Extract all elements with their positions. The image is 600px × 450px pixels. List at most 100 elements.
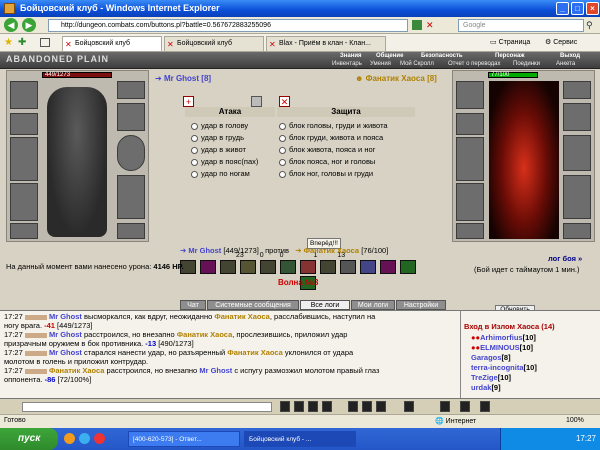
tab-close-icon[interactable]: ✕ — [167, 38, 174, 51]
mail-icon[interactable] — [376, 401, 386, 412]
skill-icon[interactable] — [220, 260, 236, 274]
user-entry[interactable]: ●●ELMINOUS[10] — [471, 343, 533, 352]
enemy-shield-slot[interactable] — [563, 135, 591, 171]
start-button[interactable]: пуск — [0, 428, 58, 450]
leggings-slot[interactable] — [117, 175, 145, 219]
enemy-gloves-slot[interactable] — [563, 103, 591, 131]
tab-my-logs[interactable]: Мои логи — [351, 300, 395, 310]
battle-log-link[interactable]: лог боя » — [548, 254, 582, 263]
radio-icon[interactable] — [191, 134, 198, 142]
skill-icon[interactable] — [260, 260, 276, 274]
heal-icon[interactable]: + — [183, 96, 194, 107]
radio-icon[interactable] — [279, 134, 286, 142]
menu-character[interactable]: Персонаж — [495, 53, 525, 59]
tab-list-icon[interactable] — [40, 38, 50, 47]
translate-icon[interactable] — [294, 401, 304, 412]
close-button[interactable]: × — [586, 2, 599, 15]
enemy-earring-slot[interactable] — [563, 81, 591, 99]
attack-option[interactable]: удар по ногам — [191, 168, 250, 179]
tab-settings[interactable]: Настройки — [396, 300, 446, 310]
radio-icon[interactable] — [279, 122, 286, 130]
skill-icon[interactable] — [380, 260, 396, 274]
minimize-button[interactable]: _ — [556, 2, 569, 15]
radio-icon[interactable] — [191, 170, 198, 178]
chat-actor[interactable]: Mr Ghost — [49, 312, 82, 321]
taskbar-item[interactable]: [400-620-573] - Ответ... — [128, 431, 240, 447]
smile-icon[interactable] — [280, 401, 290, 412]
menu-security[interactable]: Безопасность — [421, 53, 463, 59]
user-entry[interactable]: ●●Arhimorfius[10] — [471, 333, 536, 342]
defense-option[interactable]: блок пояса, ног и головы — [279, 156, 375, 167]
chat-actor[interactable]: Mr Ghost — [49, 330, 82, 339]
user-entry[interactable]: terra-incognita[10] — [471, 363, 537, 372]
skill-icon[interactable] — [280, 260, 296, 274]
add-favorites-icon[interactable]: ✚ — [18, 37, 26, 48]
forward-button[interactable]: ▶ — [22, 18, 36, 32]
user-entry[interactable]: TreZige[10] — [471, 373, 511, 382]
radio-icon[interactable] — [191, 122, 198, 130]
help-icon[interactable] — [460, 401, 470, 412]
skill-icon[interactable] — [400, 260, 416, 274]
chat-input[interactable] — [22, 402, 272, 412]
refresh-icon[interactable] — [412, 20, 422, 30]
chat-actor[interactable]: Mr Ghost — [49, 348, 82, 357]
submenu-scroll[interactable]: Мой Скролл — [400, 61, 434, 67]
earring-slot[interactable] — [117, 81, 145, 99]
radio-icon[interactable] — [279, 146, 286, 154]
quicklaunch-icon[interactable] — [79, 433, 90, 444]
tab-1[interactable]: ✕ Бойцовский клуб — [62, 36, 162, 51]
attack-option[interactable]: удар в грудь — [191, 132, 244, 143]
chat-actor[interactable]: Фанатик Хаоса — [49, 366, 105, 375]
radio-icon[interactable] — [279, 170, 286, 178]
defense-option[interactable]: блок ног, головы и груди — [279, 168, 373, 179]
submenu-battles[interactable]: Поединки — [513, 61, 540, 67]
quicklaunch-icon[interactable] — [94, 433, 105, 444]
armor-slot[interactable] — [10, 183, 38, 221]
skill-icon[interactable] — [340, 260, 356, 274]
radio-icon[interactable] — [191, 146, 198, 154]
defense-option[interactable]: блок живота, пояса и ног — [279, 144, 375, 155]
chat-actor[interactable]: Фанатик Хаоса — [177, 330, 233, 339]
attack-option[interactable]: удар в голову — [191, 120, 248, 131]
back-button[interactable]: ◀ — [4, 18, 18, 32]
user-entry[interactable]: urdak[9] — [471, 383, 501, 392]
exit-chat-icon[interactable] — [480, 401, 490, 412]
settings-icon[interactable] — [404, 401, 414, 412]
tab-all-logs[interactable]: Все логи — [300, 300, 350, 310]
tab-system[interactable]: Системные сообщения — [207, 300, 299, 310]
attack-option[interactable]: удар в пояс(пах) — [191, 156, 258, 167]
versus-player[interactable]: ➔ Mr Ghost — [180, 246, 221, 255]
friends-icon[interactable] — [362, 401, 372, 412]
page-menu[interactable]: ▭ Страница — [490, 38, 530, 46]
menu-exit[interactable]: Выход — [560, 53, 580, 59]
boots-slot[interactable] — [117, 223, 145, 239]
gloves-slot[interactable] — [117, 103, 145, 131]
skill-icon[interactable] — [320, 260, 336, 274]
radio-icon[interactable] — [191, 158, 198, 166]
defense-option[interactable]: блок груди, живота и пояса — [279, 132, 383, 143]
search-icon[interactable]: ⚲ — [586, 20, 596, 30]
enemy-armor-slot[interactable] — [456, 183, 484, 221]
enemy-amulet-slot[interactable] — [456, 113, 484, 135]
filter-icon[interactable] — [322, 401, 332, 412]
enemy-boots-slot[interactable] — [563, 223, 591, 239]
versus-enemy[interactable]: ➔ Фанатик Хаоса — [295, 246, 359, 255]
user-entry[interactable]: Garagos[8] — [471, 353, 511, 362]
belt-slot[interactable] — [10, 223, 38, 239]
tab-close-icon[interactable]: ✕ — [269, 38, 276, 51]
taskbar-item[interactable]: Бойцовский клуб - ... — [244, 431, 356, 447]
clear-icon[interactable] — [308, 401, 318, 412]
attack-option[interactable]: удар в живот — [191, 144, 246, 155]
amulet-slot[interactable] — [10, 113, 38, 135]
defense-option[interactable]: блок головы, груди и живота — [279, 120, 388, 131]
quicklaunch-icon[interactable] — [64, 433, 75, 444]
submenu-transfers[interactable]: Отчет о переводах — [448, 61, 501, 67]
tab-chat[interactable]: Чат — [180, 300, 206, 310]
submenu-skills[interactable]: Умения — [370, 61, 391, 67]
enemy-name-header[interactable]: ☻ Фанатик Хаоса [8] — [355, 74, 437, 83]
radio-icon[interactable] — [279, 158, 286, 166]
url-field[interactable]: http://dungeon.combats.com/buttons.pl?ba… — [48, 19, 408, 32]
chat-mode-icon[interactable] — [440, 401, 450, 412]
skill-icon[interactable] — [360, 260, 376, 274]
chat-actor[interactable]: Фанатик Хаоса — [214, 312, 270, 321]
